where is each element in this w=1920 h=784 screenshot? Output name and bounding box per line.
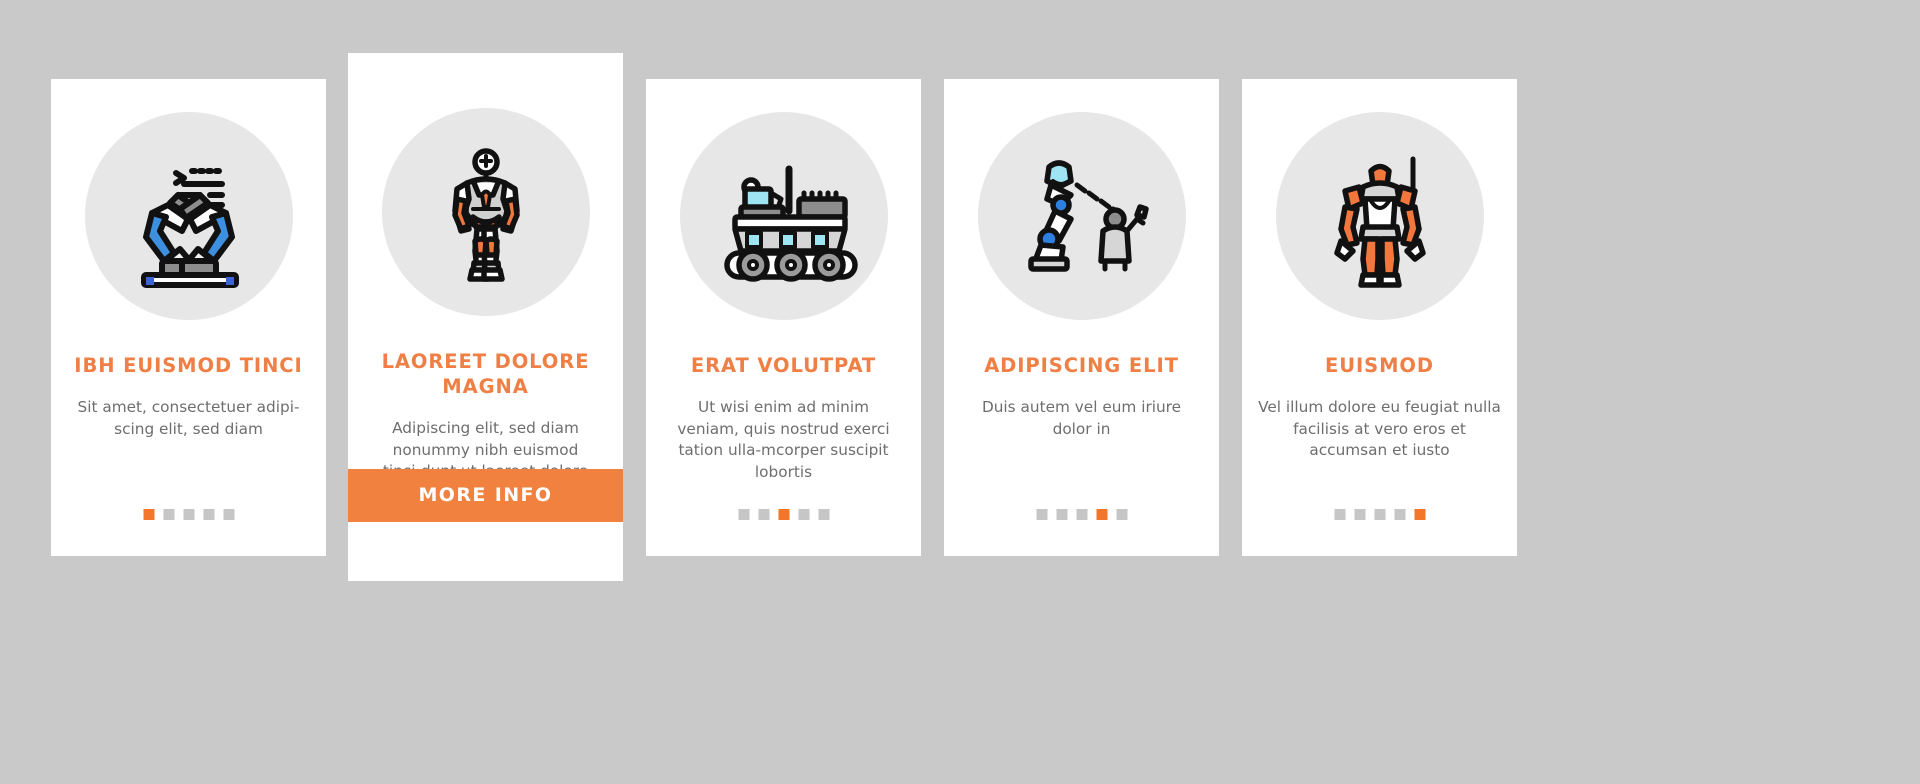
card-3-icon-area [679, 112, 888, 320]
robotic-arms-assembly-line-icon [84, 112, 293, 320]
card-1-icon-area [84, 112, 293, 320]
card-2-title: LAOREET DOLORE MAGNA [381, 350, 590, 398]
onboarding-card-1[interactable]: IBH EUISMOD TINCI Sit amet, consectetuer… [51, 79, 326, 556]
onboarding-card-2[interactable]: LAOREET DOLORE MAGNA Adipiscing elit, se… [348, 53, 623, 581]
exoskeleton-mech-suit-icon [1275, 112, 1484, 320]
pagination-dot[interactable] [1076, 509, 1087, 520]
pagination-dot[interactable] [203, 509, 214, 520]
pagination-dot[interactable] [738, 509, 749, 520]
onboarding-card-3[interactable]: ERAT VOLUTPAT Ut wisi enim ad minim veni… [646, 79, 921, 556]
pagination-dot[interactable] [163, 509, 174, 520]
card-4-body: Duis autem vel eum iriure dolor in [981, 397, 1182, 438]
robot-arm-operator-remote-icon [977, 112, 1186, 320]
card-5-pagination-dots[interactable] [1334, 509, 1425, 520]
pagination-dot[interactable] [758, 509, 769, 520]
more-info-button[interactable]: MORE INFO [348, 469, 623, 522]
humanoid-robot-icon [381, 108, 590, 316]
card-2-icon-area [381, 108, 590, 316]
card-4-icon-area [977, 112, 1186, 320]
onboarding-card-5[interactable]: EUISMOD Vel illum dolore eu feugiat null… [1242, 79, 1517, 556]
pagination-dot[interactable] [1036, 509, 1047, 520]
pagination-dot[interactable] [1116, 509, 1127, 520]
pagination-dot[interactable] [778, 509, 789, 520]
pagination-dot[interactable] [183, 509, 194, 520]
card-3-pagination-dots[interactable] [738, 509, 829, 520]
pagination-dot[interactable] [1096, 509, 1107, 520]
pagination-dot[interactable] [1354, 509, 1365, 520]
card-4-title: ADIPISCING ELIT [984, 354, 1179, 377]
onboarding-card-4[interactable]: ADIPISCING ELIT Duis autem vel eum iriur… [944, 79, 1219, 556]
card-5-body: Vel illum dolore eu feugiat nulla facili… [1258, 397, 1501, 460]
card-1-pagination-dots[interactable] [143, 509, 234, 520]
card-1-body: Sit amet, consectetuer adipi-scing elit,… [77, 397, 300, 438]
pagination-dot[interactable] [1056, 509, 1067, 520]
card-3-title: ERAT VOLUTPAT [690, 354, 877, 377]
card-3-body: Ut wisi enim ad minim veniam, quis nostr… [677, 397, 890, 482]
card-5-icon-area [1275, 112, 1484, 320]
rover-tracked-vehicle-icon [679, 112, 888, 320]
pagination-dot[interactable] [798, 509, 809, 520]
pagination-dot[interactable] [223, 509, 234, 520]
pagination-dot[interactable] [1334, 509, 1345, 520]
pagination-dot[interactable] [1374, 509, 1385, 520]
pagination-dot[interactable] [818, 509, 829, 520]
card-4-pagination-dots[interactable] [1036, 509, 1127, 520]
card-5-title: EUISMOD [1325, 354, 1434, 377]
onboarding-screens-stage: IBH EUISMOD TINCI Sit amet, consectetuer… [0, 0, 1920, 784]
pagination-dot[interactable] [1414, 509, 1425, 520]
pagination-dot[interactable] [1394, 509, 1405, 520]
pagination-dot[interactable] [143, 509, 154, 520]
card-1-title: IBH EUISMOD TINCI [74, 354, 303, 377]
